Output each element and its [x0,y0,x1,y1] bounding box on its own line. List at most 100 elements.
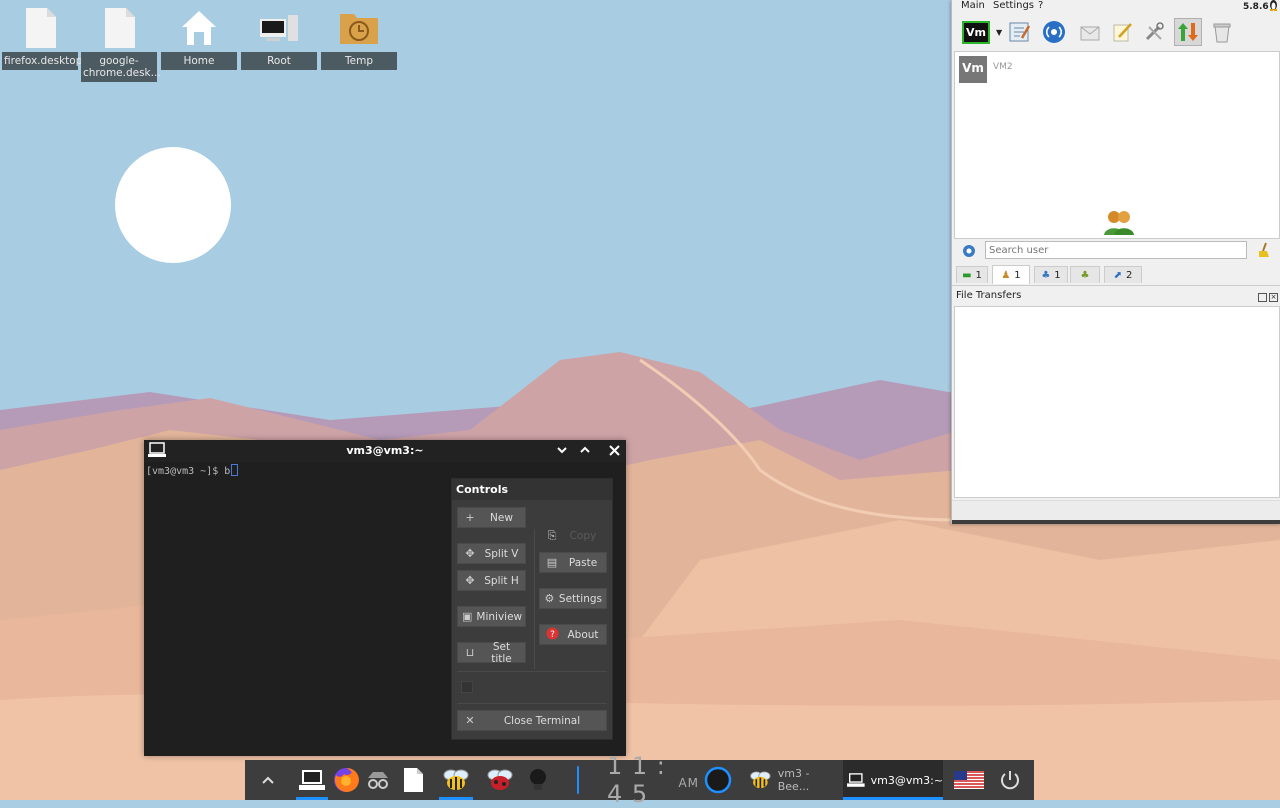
search-input[interactable] [985,241,1247,259]
lightbulb-icon [530,769,546,790]
tab-count: 1 [975,269,982,281]
desktop-icon-temp[interactable]: Temp [320,4,398,70]
terminal-icon [299,770,325,790]
desktop-icon-chrome[interactable]: google-chrome.desk... [80,4,161,82]
network-button[interactable] [1040,18,1068,46]
transfer-button[interactable] [1174,18,1202,46]
home-icon [182,11,216,45]
network-icon [1043,21,1065,43]
close-terminal-button[interactable]: ✕ Close Terminal [457,710,607,731]
terminal-titlebar[interactable]: vm3@vm3:~ [144,440,626,462]
tools-icon [1145,22,1164,41]
desktop-icon-firefox[interactable]: firefox.desktop [1,4,82,70]
launcher-terminal[interactable] [295,760,329,800]
clear-broom-icon[interactable] [1256,242,1272,261]
minimize-icon[interactable] [557,445,567,458]
menu-main[interactable]: Main [961,0,985,11]
launcher-menu[interactable] [703,760,733,800]
tab-users[interactable]: ♟ 1 [992,265,1030,284]
folder-clock-icon [340,14,378,44]
maximize-icon[interactable] [580,445,590,458]
envelope-icon [1080,26,1100,41]
terminal-window[interactable]: vm3@vm3:~ [vm3@vm3 ~]$ b Controls + New ✥… [144,440,626,756]
chevron-up-icon [262,776,274,784]
tab-count: 1 [1014,269,1021,281]
about-button[interactable]: ? About [539,624,607,645]
miniview-icon: ▣ [462,610,473,623]
tab-workgroups[interactable]: ♣ [1070,266,1100,283]
settings-icon: ⚙ [544,592,555,605]
file-transfers-list[interactable] [954,306,1280,498]
power-button[interactable] [995,760,1025,800]
task-beebeep[interactable]: vm3 - Bee... [745,760,841,800]
tab-count: 1 [1054,269,1061,281]
chevron-down-icon[interactable]: ▼ [996,28,1002,37]
copy-label: Copy [569,529,597,542]
close-icon: ✕ [465,714,475,727]
edit-profile-button[interactable] [1006,18,1034,46]
user-item-vm2[interactable]: Vm VM2 [959,56,1013,84]
desktop-icon-label: Root [241,52,317,70]
close-terminal-label: Close Terminal [503,714,581,727]
controls-divider [457,671,607,672]
split-h-button[interactable]: ✥ Split H [457,570,526,591]
launcher-lightbulb[interactable] [523,760,553,800]
computer-icon [260,15,298,41]
terminal-prompt: [vm3@vm3 ~]$ b [146,466,231,477]
keyboard-layout[interactable] [951,760,987,800]
status-menu-button[interactable]: Vm [962,18,990,46]
settings-button[interactable]: ⚙ Settings [539,588,607,609]
desktop-icon-home[interactable]: Home [160,4,238,70]
copy-button: ⎘ Copy [539,525,607,546]
close-panel-icon[interactable]: × [1269,293,1278,302]
split-v-button[interactable]: ✥ Split V [457,543,526,564]
bee-icon [443,769,469,790]
window-bottom-border [952,520,1280,524]
desktop-icon-root[interactable]: Root [240,4,318,70]
about-label: About [567,628,599,641]
close-icon[interactable] [609,445,620,459]
terminal-title: vm3@vm3:~ [346,444,424,457]
set-title-button[interactable]: ⊔ Set title [457,641,526,665]
tab-chats[interactable]: ▬ 1 [956,266,988,283]
title-icon: ⊔ [465,646,475,659]
launcher-beebeep[interactable] [437,760,475,800]
toolbar: Vm ▼ [952,16,1280,48]
launcher-red-bee[interactable] [481,760,519,800]
tools-button[interactable] [1140,18,1168,46]
menu-bar: Main Settings ? 5.8.6 [952,0,1280,13]
ladybug-icon [487,769,513,790]
controls-title: Controls [452,479,612,500]
clock[interactable]: 1 1 : 4 5 AM [607,752,699,808]
volume-indicator[interactable] [563,760,593,800]
beebeep-window[interactable]: Main Settings ? 5.8.6 Vm ▼ Vm VM2 Search… [951,0,1280,524]
message-button[interactable] [1076,18,1104,46]
launcher-privacy[interactable] [363,760,393,800]
tab-groups[interactable]: ♣ 1 [1034,266,1068,283]
paste-label: Paste [568,556,598,569]
tab-shares[interactable]: ⬈ 2 [1104,266,1142,283]
status-bar [952,500,1280,521]
paste-button[interactable]: ▤ Paste [539,552,607,573]
file-icon [105,8,135,48]
menu-settings[interactable]: Settings [993,0,1034,11]
show-tray-button[interactable] [255,760,281,800]
launcher-text-editor[interactable] [399,760,427,800]
miniview-button[interactable]: ▣ Miniview [457,606,526,627]
new-button[interactable]: + New [457,507,526,528]
float-icon[interactable] [1258,293,1267,302]
trash-button[interactable] [1208,18,1236,46]
menu-help[interactable]: ? [1038,0,1043,11]
launcher-firefox[interactable] [331,760,361,800]
desktop-icon-label: google-chrome.desk... [81,52,161,82]
trash-icon [1213,23,1231,43]
firefox-icon [334,767,359,792]
search-options-icon[interactable] [961,243,977,262]
groups-icon: ♣ [1041,269,1051,281]
users-icon: ♟ [1001,269,1011,281]
task-terminal[interactable]: vm3@vm3:~ [843,760,943,800]
miniview-label: Miniview [476,610,523,623]
notes-button[interactable] [1108,18,1136,46]
search-row [952,239,1280,263]
user-list[interactable]: Vm VM2 [954,51,1280,239]
